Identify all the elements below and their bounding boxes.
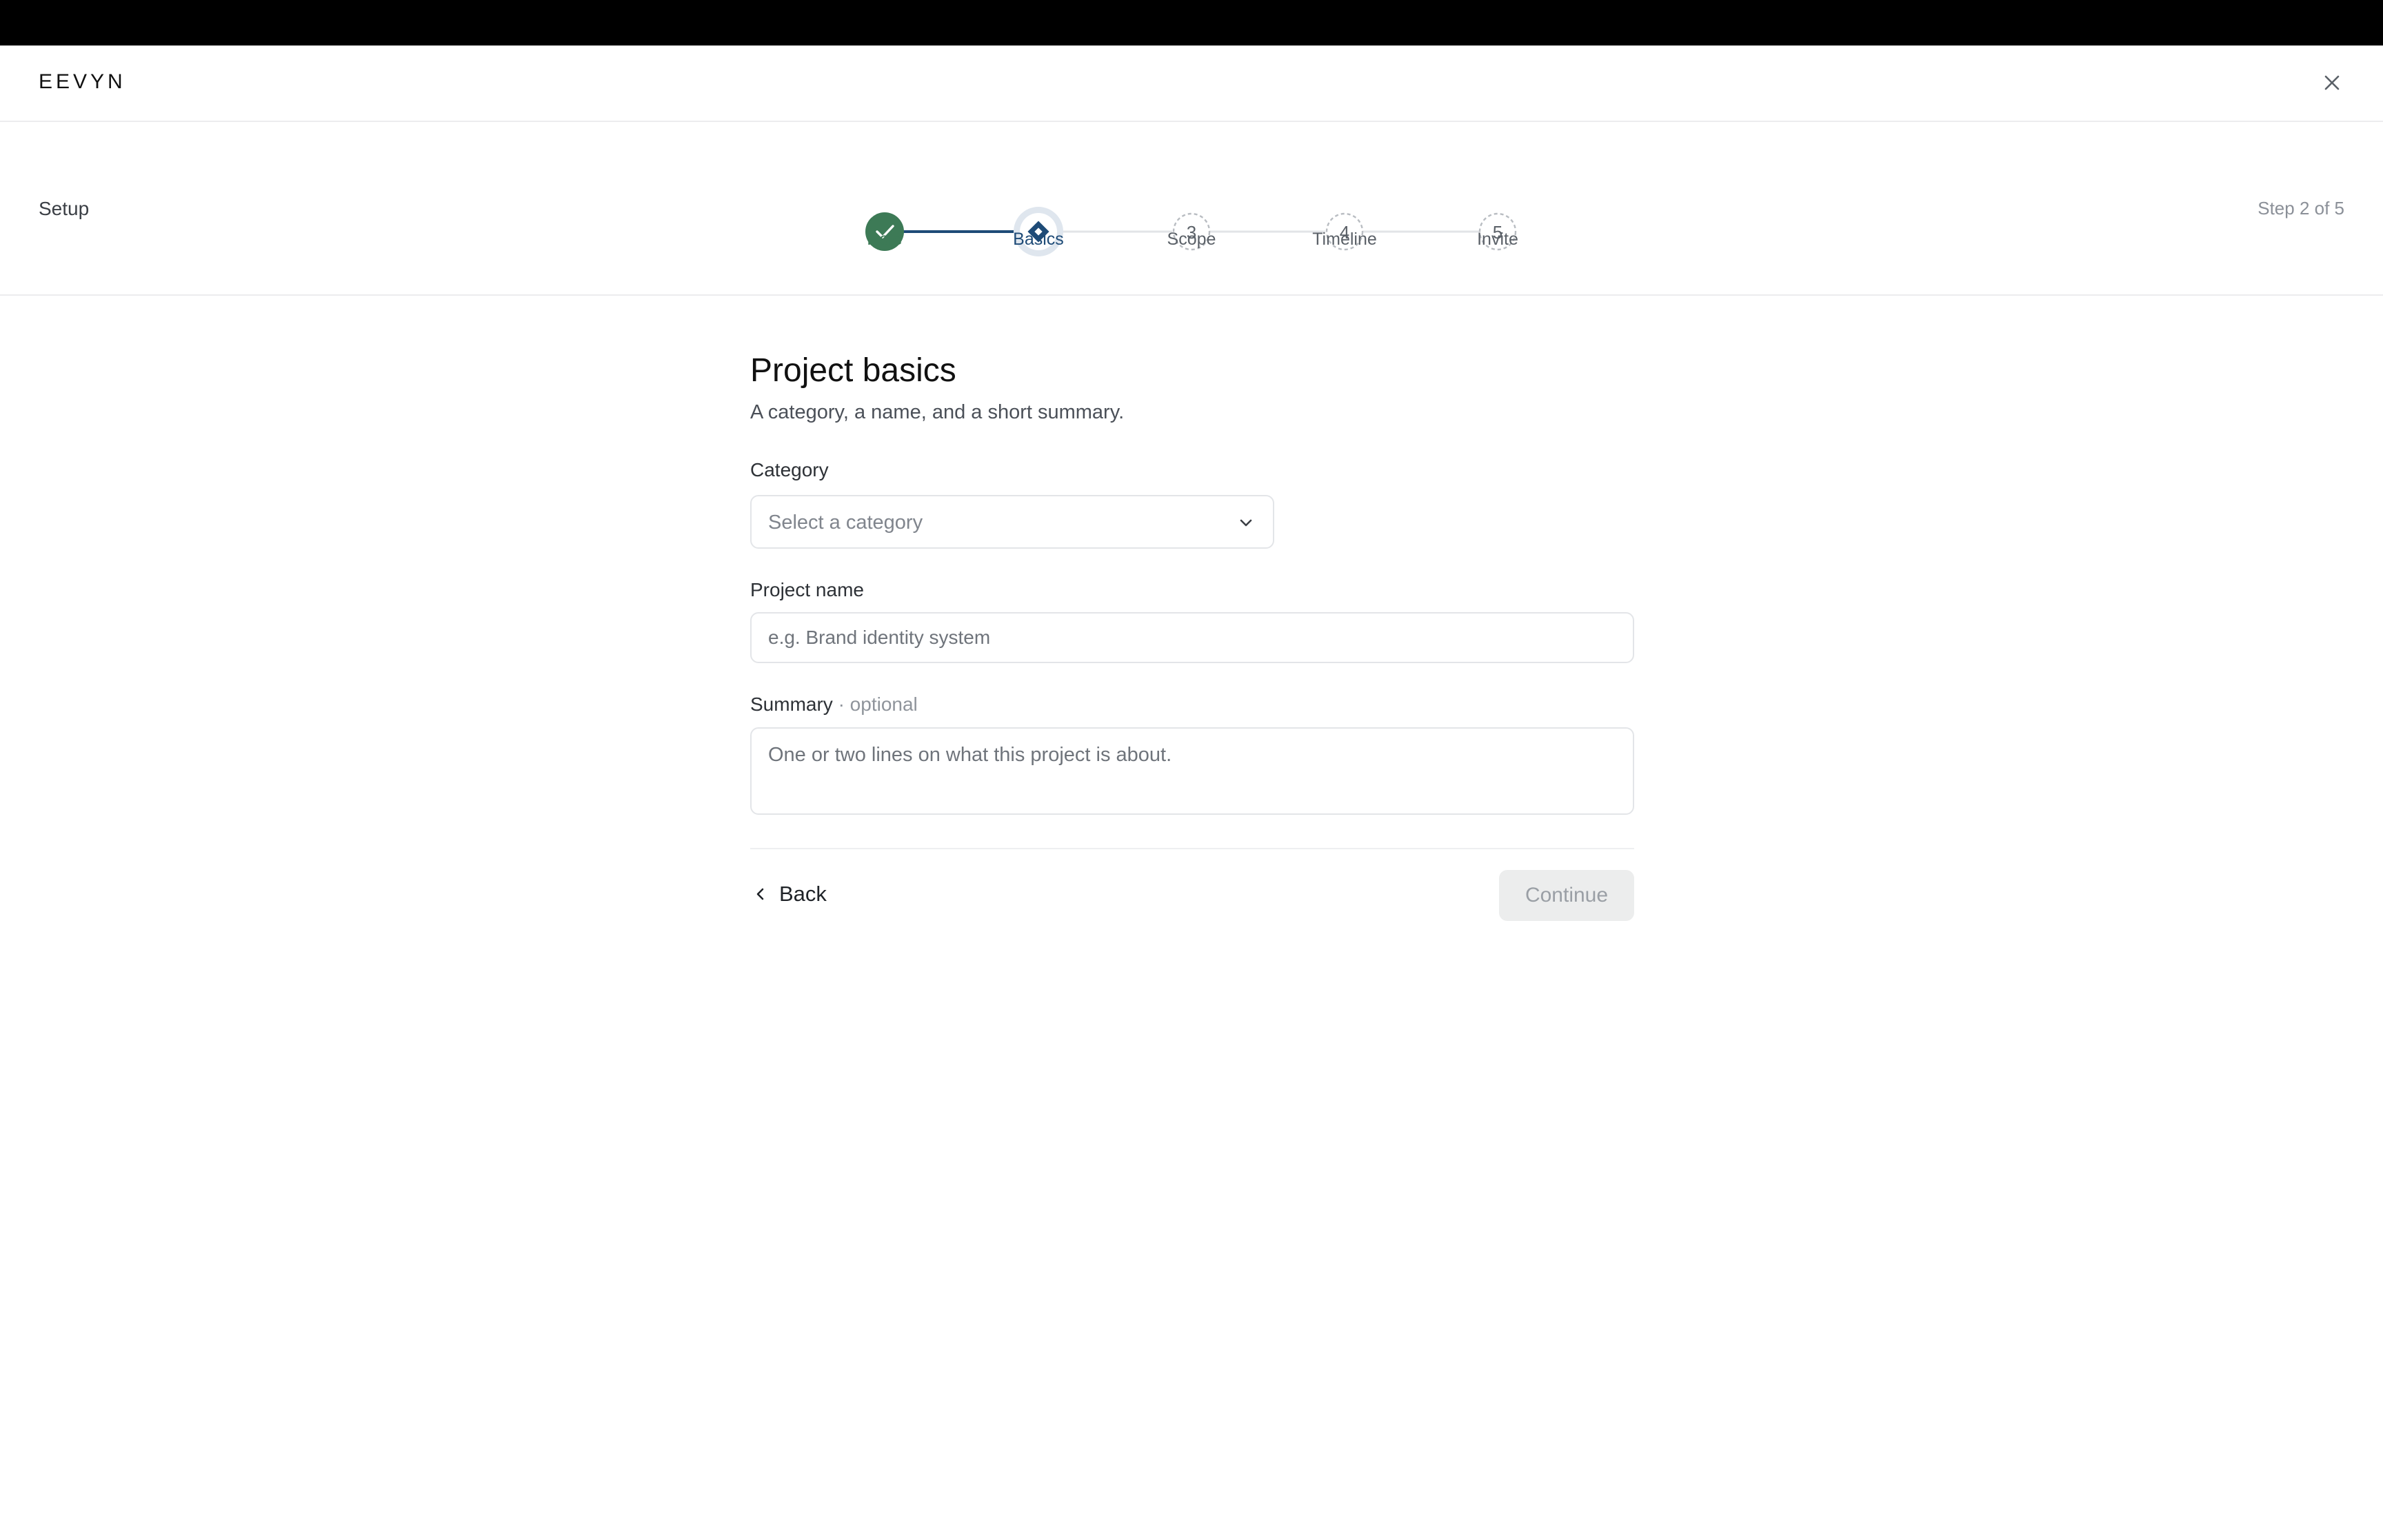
section-label: Setup: [39, 198, 90, 219]
back-button[interactable]: Back: [750, 870, 834, 918]
summary-label: Summary · optional: [750, 693, 918, 716]
continue-button[interactable]: Continue: [1499, 870, 1634, 921]
step-2-label[interactable]: Basics: [969, 230, 1107, 250]
step-counter: Step 2 of 5: [2258, 198, 2344, 219]
summary-optional-hint: · optional: [832, 693, 918, 715]
top-black-bar: [0, 0, 2383, 45]
step-3-label[interactable]: Scope: [1123, 230, 1260, 250]
category-select[interactable]: Select a category: [750, 495, 1274, 549]
project-name-input[interactable]: [750, 612, 1634, 663]
category-placeholder: Select a category: [768, 511, 923, 534]
page-subtitle: A category, a name, and a short summary.: [750, 401, 1125, 423]
chevron-down-icon: [1240, 519, 1252, 527]
chevron-left-icon: [756, 888, 764, 900]
form-divider: [750, 848, 1634, 849]
back-button-label: Back: [779, 882, 827, 906]
step-1-label[interactable]: Role: [816, 230, 954, 250]
page-title: Project basics: [750, 352, 956, 389]
step-4-label[interactable]: Timeline: [1276, 230, 1414, 250]
close-icon: [2324, 75, 2340, 90]
progress-bar-section: Setup Step 2 of 5 3 4 5 Role Basics Scop…: [0, 122, 2383, 296]
summary-textarea[interactable]: [750, 727, 1634, 815]
close-button[interactable]: [2320, 70, 2344, 95]
category-label: Category: [750, 459, 829, 480]
brand-logo: EEVYN: [39, 70, 126, 93]
project-name-label: Project name: [750, 579, 864, 600]
step-5-label[interactable]: Invite: [1429, 230, 1567, 250]
app-header: EEVYN: [0, 45, 2383, 122]
summary-label-text: Summary: [750, 693, 833, 715]
